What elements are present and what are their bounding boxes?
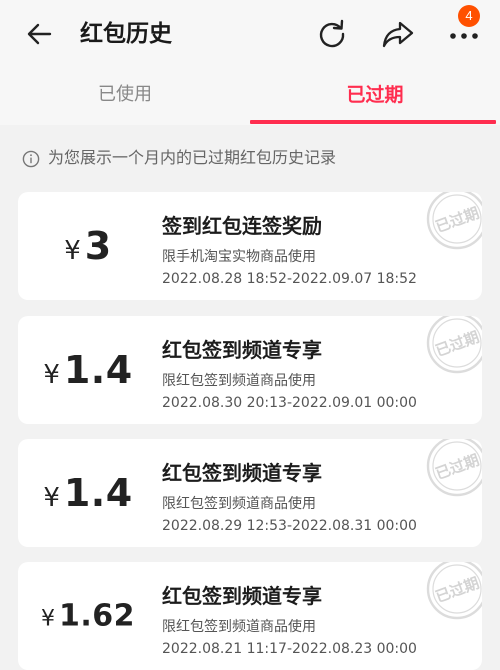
coupon-card[interactable]: ¥1.4 红包签到频道专享 限红包签到频道商品使用 2022.08.29 12:… — [18, 439, 482, 547]
top-bar: 红包历史 4 — [0, 0, 500, 66]
currency-symbol: ¥ — [64, 236, 81, 266]
coupon-usage: 限手机淘宝实物商品使用 — [162, 249, 316, 265]
coupon-usage: 限红包签到频道商品使用 — [162, 496, 316, 512]
currency-symbol: ¥ — [43, 360, 60, 390]
coupon-amount: ¥3 — [18, 192, 158, 300]
expired-stamp-icon: 已过期 — [426, 562, 482, 620]
expired-stamp-icon: 已过期 — [426, 439, 482, 497]
refresh-button[interactable] — [314, 16, 350, 52]
notice-text: 为您展示一个月内的已过期红包历史记录 — [48, 148, 337, 167]
stamp-text: 已过期 — [433, 574, 481, 606]
back-button[interactable] — [24, 18, 56, 50]
info-icon — [22, 150, 40, 168]
coupon-amount: ¥1.62 — [18, 562, 158, 670]
amount-value: 1.4 — [63, 471, 133, 515]
coupon-period: 2022.08.30 20:13-2022.09.01 00:00 — [162, 395, 417, 411]
amount-value: 1.4 — [63, 348, 133, 392]
amount-value: 3 — [84, 224, 112, 268]
stamp-text: 已过期 — [433, 204, 481, 236]
refresh-icon — [319, 19, 345, 48]
coupon-amount: ¥1.4 — [18, 316, 158, 424]
coupon-title: 红包签到频道专享 — [162, 338, 322, 362]
page-title: 红包历史 — [80, 21, 172, 47]
notification-badge: 4 — [458, 5, 480, 27]
coupon-period: 2022.08.21 11:17-2022.08.23 00:00 — [162, 641, 417, 657]
coupon-period: 2022.08.28 18:52-2022.09.07 18:52 — [162, 271, 417, 287]
tab-bar: 已使用 已过期 — [0, 66, 500, 125]
tab-expired[interactable]: 已过期 — [250, 66, 500, 125]
coupon-card[interactable]: ¥1.62 红包签到频道专享 限红包签到频道商品使用 2022.08.21 11… — [18, 562, 482, 670]
coupon-title: 红包签到频道专享 — [162, 584, 322, 608]
coupon-period: 2022.08.29 12:53-2022.08.31 00:00 — [162, 518, 417, 534]
active-tab-indicator — [250, 120, 496, 124]
share-icon — [382, 21, 414, 48]
coupon-usage: 限红包签到频道商品使用 — [162, 619, 316, 635]
stamp-text: 已过期 — [433, 451, 481, 483]
currency-symbol: ¥ — [43, 483, 60, 513]
coupon-usage: 限红包签到频道商品使用 — [162, 373, 316, 389]
coupon-title: 签到红包连签奖励 — [162, 214, 322, 238]
coupon-card[interactable]: ¥3 签到红包连签奖励 限手机淘宝实物商品使用 2022.08.28 18:52… — [18, 192, 482, 300]
back-arrow-icon — [27, 23, 52, 45]
currency-symbol: ¥ — [40, 606, 55, 632]
share-button[interactable] — [380, 16, 416, 52]
tab-used[interactable]: 已使用 — [0, 66, 250, 125]
amount-value: 1.62 — [58, 598, 136, 634]
coupon-title: 红包签到频道专享 — [162, 461, 322, 485]
expired-stamp-icon: 已过期 — [426, 192, 482, 250]
expired-stamp-icon: 已过期 — [426, 316, 482, 374]
stamp-text: 已过期 — [433, 328, 481, 360]
coupon-card[interactable]: ¥1.4 红包签到频道专享 限红包签到频道商品使用 2022.08.30 20:… — [18, 316, 482, 424]
coupon-amount: ¥1.4 — [18, 439, 158, 547]
